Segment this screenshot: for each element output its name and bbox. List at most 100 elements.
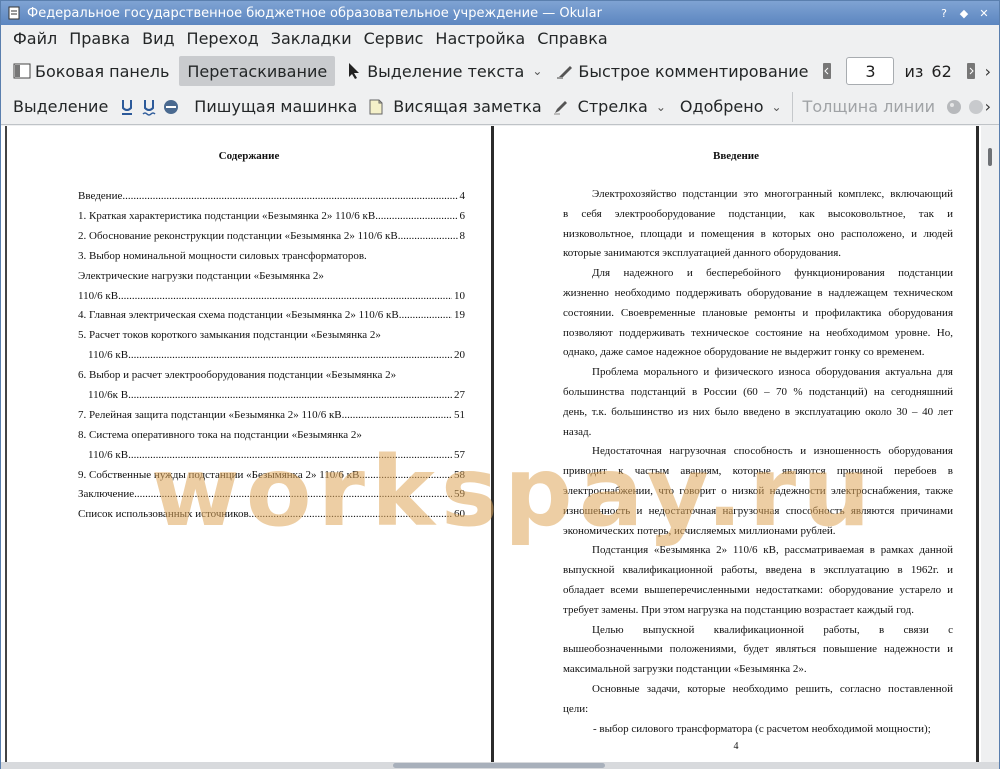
intro-text-line: состоянии. Своевременные плановые ремонт… bbox=[563, 306, 953, 319]
note-icon[interactable] bbox=[367, 98, 385, 116]
toc-entry-text: 7. Релейная защита подстанции «Безымянка… bbox=[78, 409, 342, 421]
toc-leader-dots: ........................................… bbox=[134, 488, 452, 500]
help-icon[interactable]: ? bbox=[937, 6, 951, 20]
intro-text-line: электроснабжении, что говорит о низкой н… bbox=[563, 485, 953, 497]
scrollbar-thumb[interactable] bbox=[988, 148, 992, 166]
toc-entry-page: 19 bbox=[454, 309, 465, 321]
pen-icon[interactable] bbox=[552, 98, 570, 116]
document-view[interactable]: Содержание Введение.....................… bbox=[1, 126, 999, 762]
toolbar-overflow-icon[interactable]: › bbox=[985, 62, 991, 81]
toc-entry-page: 51 bbox=[454, 409, 465, 421]
opacity-icon[interactable] bbox=[967, 98, 985, 116]
intro-text-line: день, т.к. большинство из них было введе… bbox=[563, 405, 953, 418]
quick-comment-label: Быстрое комментирование bbox=[578, 61, 809, 81]
toc-leader-dots: ........................................… bbox=[398, 309, 452, 321]
intro-text-line: Недостаточная нагрузочная способность и … bbox=[592, 445, 953, 458]
line-width-button[interactable]: Толщина линии bbox=[791, 91, 940, 122]
toc-entry: 7. Релейная защита подстанции «Безымянка… bbox=[78, 409, 465, 421]
toc-entry-text: Список использованных источников bbox=[78, 508, 249, 520]
menu-bookmarks[interactable]: Закладки bbox=[265, 26, 358, 52]
toc-entry-text: 1. Краткая характеристика подстанции «Бе… bbox=[78, 210, 376, 222]
intro-text-line: - выбор силового трансформатора (с расче… bbox=[593, 722, 931, 735]
menu-settings[interactable]: Настройка bbox=[429, 26, 531, 52]
page-number-input[interactable]: 3 bbox=[846, 57, 895, 85]
strikeout-icon[interactable] bbox=[162, 98, 180, 116]
toc-entry-text: 110/6 кВ bbox=[88, 449, 129, 461]
toc-entry: 9. Собственные нужды подстанции «Безымян… bbox=[78, 469, 465, 481]
toolbar2-overflow-icon[interactable]: › bbox=[985, 97, 991, 116]
toc-entry-page: 10 bbox=[454, 290, 465, 302]
menu-file[interactable]: Файл bbox=[7, 26, 63, 52]
highlight-button[interactable]: Выделение bbox=[9, 92, 112, 122]
drag-tool-label: Перетаскивание bbox=[187, 61, 328, 81]
sticky-note-label: Висящая заметка bbox=[393, 97, 542, 116]
toc-entry: Введение................................… bbox=[78, 190, 465, 202]
previous-page-icon[interactable] bbox=[818, 62, 836, 80]
vertical-scrollbar[interactable] bbox=[981, 126, 999, 762]
text-select-button[interactable]: Выделение текста ⌄ bbox=[341, 56, 546, 86]
toc-entry: 3. Выбор номинальной мощности силовых тр… bbox=[78, 250, 465, 262]
stamp-button[interactable]: Одобрено ⌄ bbox=[676, 92, 786, 122]
page-total-label: 62 bbox=[931, 61, 952, 81]
toc-entry-page: 60 bbox=[454, 508, 465, 520]
toc-entry: 5. Расчет токов короткого замыкания подс… bbox=[78, 329, 465, 341]
toc-leader-dots: ........................................… bbox=[248, 508, 452, 520]
sidebar-button[interactable]: Боковая панель bbox=[9, 56, 173, 86]
chevron-down-icon[interactable]: ⌄ bbox=[532, 64, 542, 78]
toc-entry-text: Введение bbox=[78, 190, 123, 202]
arrow-tool-label: Стрелка bbox=[577, 97, 648, 116]
toc-leader-dots: ........................................… bbox=[341, 409, 452, 421]
stamp-label: Одобрено bbox=[679, 97, 764, 116]
horizontal-scrollbar[interactable] bbox=[1, 762, 999, 769]
menu-tools[interactable]: Сервис bbox=[358, 26, 430, 52]
intro-text-line: обладает всеми вышеперечисленными недост… bbox=[563, 584, 953, 596]
menu-help[interactable]: Справка bbox=[531, 26, 614, 52]
annotation-toolbar: Выделение Пишущая машинка Висящая заметк… bbox=[1, 89, 999, 125]
toc-entry-text: 9. Собственные нужды подстанции «Безымян… bbox=[78, 469, 360, 481]
close-icon[interactable]: ✕ bbox=[977, 6, 991, 20]
intro-text-line: выпускной квалификационной работы, введе… bbox=[563, 564, 953, 577]
toc-entry-page: 27 bbox=[454, 389, 465, 401]
next-page-icon[interactable] bbox=[962, 62, 980, 80]
page-contents: Содержание Введение.....................… bbox=[7, 126, 491, 762]
chevron-down-icon[interactable]: ⌄ bbox=[771, 100, 781, 114]
menu-go[interactable]: Переход bbox=[181, 26, 265, 52]
sidebar-label: Боковая панель bbox=[35, 61, 170, 81]
intro-text-line: максимальной загрузки подстанции «Безымя… bbox=[563, 663, 807, 676]
color-icon[interactable] bbox=[945, 98, 963, 116]
chevron-down-icon[interactable]: ⌄ bbox=[656, 100, 666, 114]
toc-entry: Заключение..............................… bbox=[78, 488, 465, 500]
drag-tool-button[interactable]: Перетаскивание bbox=[179, 56, 336, 86]
sticky-note-button[interactable]: Висящая заметка bbox=[389, 92, 545, 122]
intro-text-line: вышеобозначенными положениями, будет явл… bbox=[563, 643, 953, 656]
toc-entry-text: 5. Расчет токов короткого замыкания подс… bbox=[78, 329, 381, 341]
typewriter-button[interactable]: Пишущая машинка bbox=[190, 92, 361, 122]
title-bar[interactable]: Федеральное государственное бюджетное об… bbox=[1, 1, 999, 25]
maximize-icon[interactable]: ◆ bbox=[957, 6, 971, 20]
intro-text-line: Электрохозяйство подстанции это многогра… bbox=[592, 188, 953, 200]
toc-entry: Электрические нагрузки подстанции «Безым… bbox=[78, 270, 465, 282]
toc-leader-dots: ........................................… bbox=[128, 389, 452, 401]
toc-leader-dots: ........................................… bbox=[359, 469, 452, 481]
underline-icon[interactable] bbox=[118, 98, 136, 116]
arrow-tool-button[interactable]: Стрелка ⌄ bbox=[574, 92, 670, 122]
intro-text-line: Для надежного и бесперебойного функциони… bbox=[592, 267, 953, 280]
quick-comment-button[interactable]: Быстрое комментирование bbox=[552, 56, 812, 86]
intro-text-line: низковольтное, площади и помещения в кот… bbox=[563, 227, 953, 240]
intro-text-line: большинства подстанций в России (60 – 70… bbox=[563, 386, 953, 398]
toc-entry: 110/6к В................................… bbox=[88, 389, 465, 401]
toc-entry-text: 4. Главная электрическая схема подстанци… bbox=[78, 309, 399, 321]
typewriter-label: Пишущая машинка bbox=[194, 97, 358, 116]
toc-entry-page: 8 bbox=[459, 230, 466, 242]
toc-entry-text: 2. Обоснование реконструкции подстанции … bbox=[78, 230, 398, 242]
toc-entry-page: 58 bbox=[454, 469, 465, 481]
toc-entry: 8. Система оперативного тока на подстанц… bbox=[78, 429, 465, 441]
menu-view[interactable]: Вид bbox=[136, 26, 180, 52]
squiggle-underline-icon[interactable] bbox=[140, 98, 158, 116]
toc-leader-dots: ........................................… bbox=[128, 449, 452, 461]
intro-text-line: Целью выпускной квалификационной работы,… bbox=[592, 623, 953, 636]
hscrollbar-thumb[interactable] bbox=[393, 763, 605, 768]
intro-text-line: которые занимаются эксплуатацией данного… bbox=[563, 247, 842, 260]
menu-edit[interactable]: Правка bbox=[63, 26, 136, 52]
highlight-label: Выделение bbox=[13, 97, 109, 116]
